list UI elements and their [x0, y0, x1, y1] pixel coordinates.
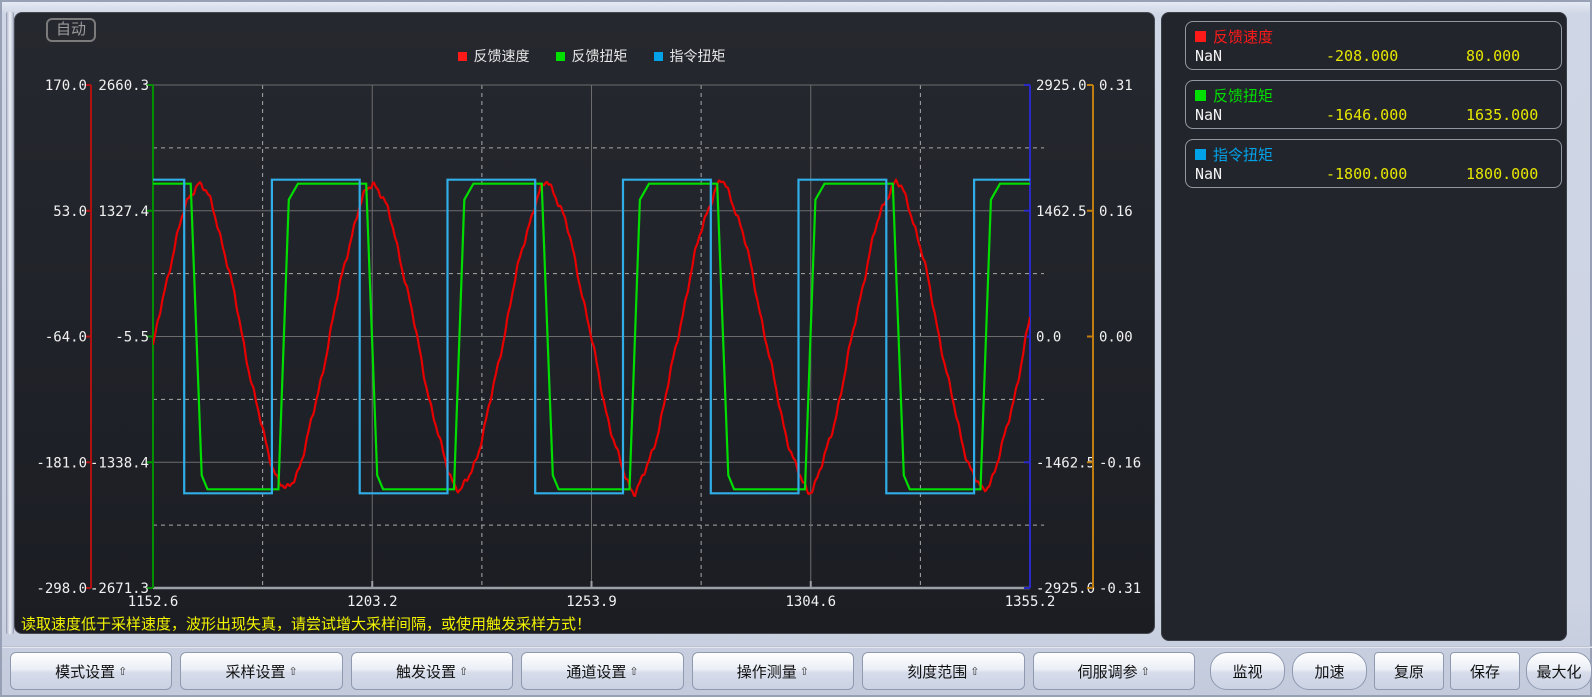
feedback-torque-swatch-icon — [1195, 90, 1206, 101]
channel-values: NaN -1646.000 1635.000 — [1186, 106, 1561, 126]
axis-tick-label: 53.0 — [53, 204, 87, 220]
plot-grid — [153, 85, 1044, 588]
channel-card-feedback-torque[interactable]: 反馈扭矩 NaN -1646.000 1635.000 — [1185, 80, 1562, 129]
axis-tick-label: -0.31 — [1099, 581, 1141, 597]
expand-up-icon: ⇧ — [1141, 665, 1150, 678]
expand-up-icon: ⇧ — [970, 665, 979, 678]
axis-tick-label: 1462.5 — [1036, 204, 1087, 220]
channel-title: 反馈速度 — [1195, 26, 1273, 47]
menu-button-mode-settings[interactable]: 模式设置⇧ — [10, 652, 172, 690]
expand-up-icon: ⇧ — [459, 665, 468, 678]
x-tick-label: 1304.6 — [785, 594, 836, 610]
speedup-button[interactable]: 加速 — [1292, 652, 1367, 690]
axis-tick-label: 170.0 — [45, 78, 87, 94]
menu-button-servo-tuning[interactable]: 伺服调参⇧ — [1033, 652, 1195, 690]
channel-name: 反馈速度 — [1213, 26, 1273, 47]
channel-values: NaN -208.000 80.000 — [1186, 47, 1561, 67]
channel-max-value: 1635.000 — [1466, 106, 1538, 124]
channel-name: 反馈扭矩 — [1213, 85, 1273, 106]
left-splitter-handle[interactable] — [6, 12, 14, 634]
menu-button-trigger-settings[interactable]: 触发设置⇧ — [351, 652, 513, 690]
menu-button-sampling-settings[interactable]: 采样设置⇧ — [180, 652, 342, 690]
monitor-button[interactable]: 监视 — [1210, 652, 1285, 690]
channel-card-feedback-speed[interactable]: 反馈速度 NaN -208.000 80.000 — [1185, 21, 1562, 70]
axis-tick-label: -298.0 — [36, 581, 87, 597]
axis-tick-label: 0.0 — [1036, 330, 1061, 346]
channel-current-value: NaN — [1195, 165, 1222, 183]
channel-values: NaN -1800.000 1800.000 — [1186, 165, 1561, 185]
channel-info-panel: 反馈速度 NaN -208.000 80.000 反馈扭矩 NaN -1646.… — [1161, 12, 1567, 641]
channel-min-value: -208.000 — [1326, 47, 1398, 65]
save-button[interactable]: 保存 — [1450, 652, 1520, 690]
menu-button-scale-range[interactable]: 刻度范围⇧ — [862, 652, 1024, 690]
channel-title: 反馈扭矩 — [1195, 85, 1273, 106]
x-tick-label: 1253.9 — [566, 594, 617, 610]
maximize-button[interactable]: 最大化 — [1526, 652, 1592, 690]
axis-tick-label: -1462.5 — [1036, 455, 1095, 471]
chart-panel: 自动 反馈速度 反馈扭矩 指令扭矩 170.053.0-64.0-181.0-2… — [14, 12, 1155, 634]
expand-up-icon: ⇧ — [118, 665, 127, 678]
axis-tick-label: 2925.0 — [1036, 78, 1087, 94]
axis-tick-label: 0.31 — [1099, 78, 1133, 94]
channel-card-command-torque[interactable]: 指令扭矩 NaN -1800.000 1800.000 — [1185, 139, 1562, 188]
x-axis-labels: 1152.6 1203.2 1253.9 1304.6 1355.2 — [128, 594, 1056, 610]
channel-current-value: NaN — [1195, 106, 1222, 124]
expand-up-icon: ⇧ — [629, 665, 638, 678]
channel-current-value: NaN — [1195, 47, 1222, 65]
expand-up-icon: ⇧ — [800, 665, 809, 678]
axis-tick-label: 2660.3 — [98, 78, 149, 94]
channel-name: 指令扭矩 — [1213, 144, 1273, 165]
x-tick-label: 1152.6 — [128, 594, 179, 610]
channel-min-value: -1800.000 — [1326, 165, 1407, 183]
axis-tick-label: -5.5 — [115, 330, 149, 346]
channel-title: 指令扭矩 — [1195, 144, 1273, 165]
channel-max-value: 80.000 — [1466, 47, 1520, 65]
axis-tick-label: 0.16 — [1099, 204, 1133, 220]
axis-tick-label: 0.00 — [1099, 330, 1133, 346]
x-tick-label: 1355.2 — [1005, 594, 1056, 610]
servo-scope-window: { "chart": { "auto_button": "自动", "warni… — [0, 0, 1592, 697]
axis-tick-label: -0.16 — [1099, 455, 1141, 471]
y-axes: 170.0 53.0 -64.0 -181.0 -298.0 2660.3 1327.4 -5… — [36, 78, 1141, 597]
channel-max-value: 1800.000 — [1466, 165, 1538, 183]
axis-tick-label: 1327.4 — [98, 204, 149, 220]
expand-up-icon: ⇧ — [289, 665, 298, 678]
bottom-menu-bar: 模式设置⇧ 采样设置⇧ 触发设置⇧ 通道设置⇧ 操作测量⇧ 刻度范围⇧ 伺服调参… — [10, 652, 1195, 690]
menu-button-operate-measure[interactable]: 操作测量⇧ — [692, 652, 854, 690]
command-torque-swatch-icon — [1195, 149, 1206, 160]
menu-button-channel-settings[interactable]: 通道设置⇧ — [521, 652, 683, 690]
restore-button[interactable]: 复原 — [1374, 652, 1444, 690]
axis-tick-label: -64.0 — [45, 330, 87, 346]
x-tick-label: 1203.2 — [347, 594, 398, 610]
axis-tick-label: -181.0 — [36, 455, 87, 471]
channel-min-value: -1646.000 — [1326, 106, 1407, 124]
feedback-speed-swatch-icon — [1195, 31, 1206, 42]
sampling-warning-text: 读取速度低于采样速度，波形出现失真，请尝试增大采样间隔，或使用触发采样方式！ — [21, 613, 591, 634]
oscilloscope-plot: 170.0 53.0 -64.0 -181.0 -298.0 2660.3 1327.4 -5… — [15, 13, 1154, 633]
toolbar-separator — [2, 646, 1592, 648]
axis-tick-label: -1338.4 — [90, 455, 149, 471]
